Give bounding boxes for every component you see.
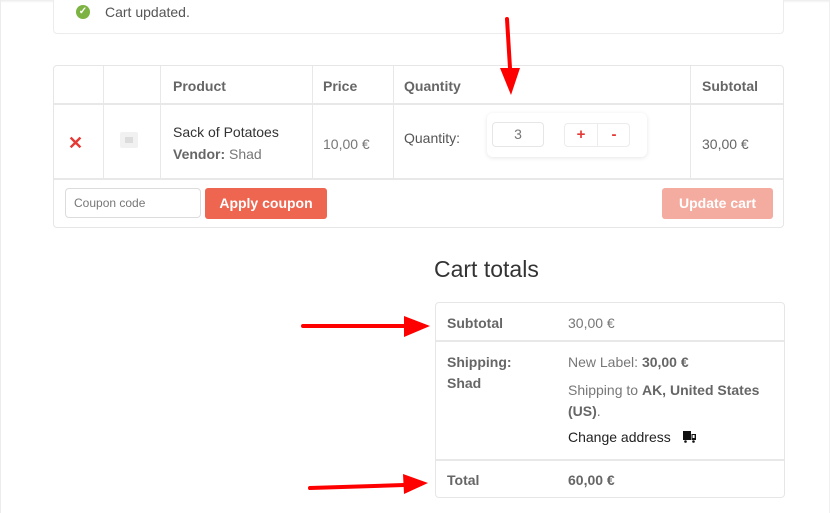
arrow-right-total-annotation bbox=[308, 474, 428, 494]
product-name-link[interactable]: Sack of Potatoes bbox=[173, 124, 279, 140]
truck-icon[interactable] bbox=[683, 431, 697, 443]
shipping-destination: Shipping to AK, United States bbox=[568, 379, 759, 401]
row-divider bbox=[436, 459, 784, 461]
header-price: Price bbox=[323, 78, 358, 94]
change-address-link[interactable]: Change address bbox=[568, 429, 671, 445]
header-subtotal: Subtotal bbox=[702, 78, 758, 94]
shipping-method-label: New Label: bbox=[568, 354, 639, 370]
column-divider bbox=[103, 66, 104, 179]
arrow-right-subtotal-annotation bbox=[301, 316, 430, 337]
product-vendor: Vendor: Shad bbox=[173, 146, 262, 162]
quantity-input[interactable]: 3 bbox=[492, 122, 544, 147]
row-divider bbox=[436, 340, 784, 342]
shipping-label: Shipping: bbox=[447, 354, 512, 370]
cart-updated-notice: ✓ Cart updated. bbox=[53, 0, 784, 34]
total-label: Total bbox=[447, 472, 480, 488]
cart-totals-title: Cart totals bbox=[434, 256, 539, 282]
quantity-plus-button[interactable]: + bbox=[565, 124, 598, 146]
header-quantity: Quantity bbox=[404, 78, 461, 94]
line-subtotal: 30,00 € bbox=[702, 136, 749, 152]
quantity-stepper: 3 + - bbox=[487, 113, 647, 157]
row-divider bbox=[54, 103, 783, 105]
cart-totals-table: Subtotal 30,00 € Shipping: Shad New Labe… bbox=[435, 302, 785, 498]
shipping-method-price: 30,00 € bbox=[641, 354, 689, 370]
quantity-buttons: + - bbox=[564, 123, 630, 147]
quantity-minus-button[interactable]: - bbox=[598, 124, 630, 146]
vendor-label: Vendor: bbox=[173, 146, 226, 162]
row-divider bbox=[54, 178, 783, 180]
page-edge bbox=[0, 0, 1, 513]
subtotal-value: 30,00 € bbox=[568, 315, 615, 331]
total-value: 60,00 € bbox=[568, 472, 615, 488]
remove-item-icon[interactable]: ✕ bbox=[68, 134, 83, 152]
cart-table: Product Price Quantity Subtotal ✕ Sack o… bbox=[53, 65, 784, 228]
vendor-name: Shad bbox=[229, 146, 262, 162]
shipping-to-prefix: Shipping to bbox=[568, 382, 639, 398]
column-divider bbox=[312, 66, 313, 179]
column-divider bbox=[690, 66, 691, 179]
column-divider bbox=[393, 66, 394, 179]
apply-coupon-button[interactable]: Apply coupon bbox=[205, 188, 327, 219]
shipping-method: New Label: 30,00 € bbox=[568, 351, 689, 373]
update-cart-button[interactable]: Update cart bbox=[662, 188, 773, 219]
punctuation: . bbox=[596, 403, 601, 419]
shipping-destination-cont: (US). bbox=[568, 400, 601, 422]
shipping-vendor-label: Shad bbox=[447, 375, 482, 391]
check-circle-icon: ✓ bbox=[76, 5, 90, 19]
notice-message: Cart updated. bbox=[105, 4, 190, 20]
header-product: Product bbox=[173, 78, 226, 94]
shipping-destination-country: (US) bbox=[568, 403, 597, 419]
shipping-destination-value: AK, United States bbox=[641, 382, 760, 398]
coupon-code-input[interactable]: Coupon code bbox=[65, 188, 201, 218]
quantity-label: Quantity: bbox=[404, 130, 461, 146]
column-divider bbox=[160, 66, 161, 179]
product-price: 10,00 € bbox=[323, 136, 370, 152]
image-placeholder-icon[interactable] bbox=[120, 132, 138, 148]
subtotal-label: Subtotal bbox=[447, 315, 503, 331]
